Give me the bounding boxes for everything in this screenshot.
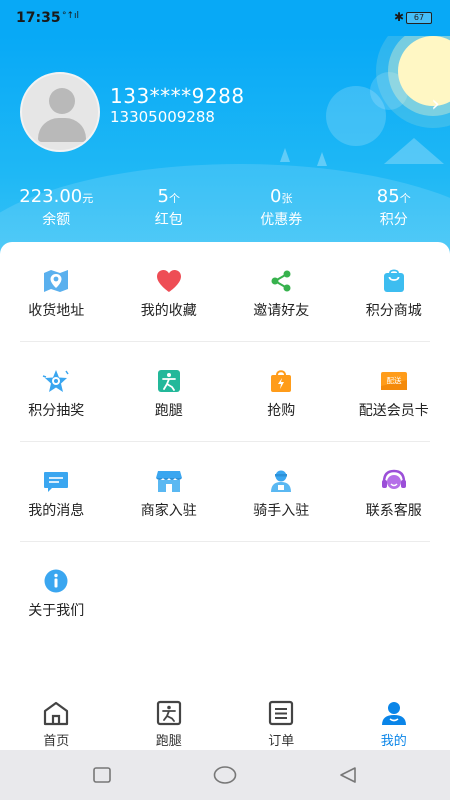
menu-item-delivery-card[interactable]: 配送 配送会员卡	[338, 342, 450, 442]
status-time: 17:35	[16, 10, 61, 26]
menu-item-label: 我的收藏	[140, 303, 197, 319]
shopping-bag-icon	[383, 269, 404, 292]
tab-home[interactable]: 首页	[0, 692, 113, 750]
share-icon	[271, 270, 291, 292]
battery-icon: 67	[406, 12, 432, 24]
menu-item-about[interactable]: 关于我们	[0, 542, 113, 642]
menu-item-flash-sale[interactable]: 抢购	[225, 342, 338, 442]
stat-label: 余额	[42, 212, 71, 228]
stat-unit: 个	[399, 192, 411, 205]
avatar[interactable]	[20, 72, 100, 152]
menu-item-label: 关于我们	[28, 603, 85, 619]
runner-icon	[157, 370, 180, 392]
stat-unit: 个	[168, 192, 180, 205]
system-nav-bar	[0, 750, 450, 800]
tab-errand[interactable]: 跑腿	[113, 692, 226, 750]
menu-item-label: 商家入驻	[140, 503, 197, 519]
home-circle-icon[interactable]	[213, 766, 237, 784]
headset-icon	[381, 469, 406, 489]
stats-bar: 223.00元 余额 5个 红包 0张 优惠券 85个 积分	[0, 186, 450, 234]
menu-item-label: 联系客服	[365, 503, 422, 519]
user-icon	[381, 702, 406, 725]
star-lottery-icon	[42, 370, 69, 392]
menu-item-label: 骑手入驻	[253, 503, 310, 519]
profile-header: 133****9288 13305009288 › 223.00元 余额 5个 …	[0, 36, 450, 266]
stat-balance[interactable]: 223.00元 余额	[0, 186, 113, 234]
menu-item-address[interactable]: 收货地址	[0, 242, 113, 342]
menu-item-customer-service[interactable]: 联系客服	[338, 442, 450, 542]
menu-item-label: 我的消息	[28, 503, 85, 519]
order-list-icon	[268, 700, 294, 726]
menu-item-label: 收货地址	[28, 303, 85, 319]
menu-item-label: 邀请好友	[253, 303, 310, 319]
tree-decoration	[317, 152, 327, 166]
menu-card: 收货地址 我的收藏 邀请好友 积分商城 积分抽奖 跑腿 抢购 配送 配送会员卡 …	[0, 242, 450, 692]
menu-item-label: 积分抽奖	[28, 403, 85, 419]
menu-row: 收货地址 我的收藏 邀请好友 积分商城	[0, 242, 450, 342]
map-location-icon	[44, 270, 68, 292]
user-name[interactable]: 133****9288	[110, 84, 245, 108]
menu-item-label: 配送会员卡	[358, 403, 429, 419]
menu-item-rider-join[interactable]: 骑手入驻	[225, 442, 338, 542]
menu-item-merchant-join[interactable]: 商家入驻	[113, 442, 226, 542]
stat-red-packets[interactable]: 5个 红包	[113, 186, 226, 234]
signal-icon: °↑ıl	[62, 11, 80, 21]
tab-label: 跑腿	[155, 734, 182, 749]
menu-row: 我的消息 商家入驻 骑手入驻 联系客服	[0, 442, 450, 542]
menu-item-favorites[interactable]: 我的收藏	[113, 242, 226, 342]
stat-label: 积分	[379, 212, 408, 228]
menu-row: 关于我们	[0, 542, 450, 642]
bluetooth-icon: ✱	[393, 10, 404, 24]
stat-value: 85	[376, 186, 400, 207]
back-triangle-icon[interactable]	[338, 766, 358, 784]
tab-label: 订单	[268, 734, 295, 749]
tab-label: 我的	[380, 734, 407, 749]
status-bar: 17:35 °↑ıl ✱ 67	[0, 0, 450, 36]
recent-apps-icon[interactable]	[92, 766, 112, 784]
mountain-decoration	[384, 138, 444, 164]
menu-item-errand[interactable]: 跑腿	[113, 342, 226, 442]
menu-item-label: 抢购	[267, 403, 296, 419]
home-icon	[43, 701, 69, 726]
runner-icon	[156, 700, 181, 726]
menu-item-label: 积分商城	[365, 303, 422, 319]
chevron-right-icon[interactable]: ›	[431, 92, 440, 117]
avatar-body	[38, 118, 86, 142]
message-icon	[44, 472, 68, 492]
avatar-head	[49, 88, 75, 114]
store-icon	[155, 471, 182, 492]
stat-coupons[interactable]: 0张 优惠券	[225, 186, 338, 234]
rider-icon	[271, 470, 291, 492]
tab-label: 首页	[43, 734, 70, 749]
flash-sale-bag-icon	[271, 370, 291, 392]
heart-icon	[156, 270, 181, 292]
card-badge-text: 配送	[386, 375, 401, 385]
stat-label: 优惠券	[260, 212, 303, 228]
stat-unit: 张	[281, 192, 293, 205]
tab-orders[interactable]: 订单	[225, 692, 338, 750]
stat-value: 0	[270, 186, 282, 207]
tab-mine[interactable]: 我的	[338, 692, 450, 750]
delivery-card-icon: 配送	[380, 372, 407, 390]
stat-value: 5	[157, 186, 169, 207]
menu-row: 积分抽奖 跑腿 抢购 配送 配送会员卡	[0, 342, 450, 442]
menu-item-points-mall[interactable]: 积分商城	[338, 242, 450, 342]
user-phone: 13305009288	[110, 108, 215, 126]
info-icon	[44, 569, 68, 593]
menu-item-label: 跑腿	[154, 403, 183, 419]
stat-points[interactable]: 85个 积分	[338, 186, 450, 234]
menu-item-invite[interactable]: 邀请好友	[225, 242, 338, 342]
bottom-tab-bar: 首页 跑腿 订单 我的	[0, 692, 450, 750]
stat-label: 红包	[154, 212, 183, 228]
tree-decoration	[280, 148, 290, 162]
stat-value: 223.00	[19, 186, 83, 207]
menu-item-points-lottery[interactable]: 积分抽奖	[0, 342, 113, 442]
menu-item-messages[interactable]: 我的消息	[0, 442, 113, 542]
stat-unit: 元	[82, 192, 94, 205]
